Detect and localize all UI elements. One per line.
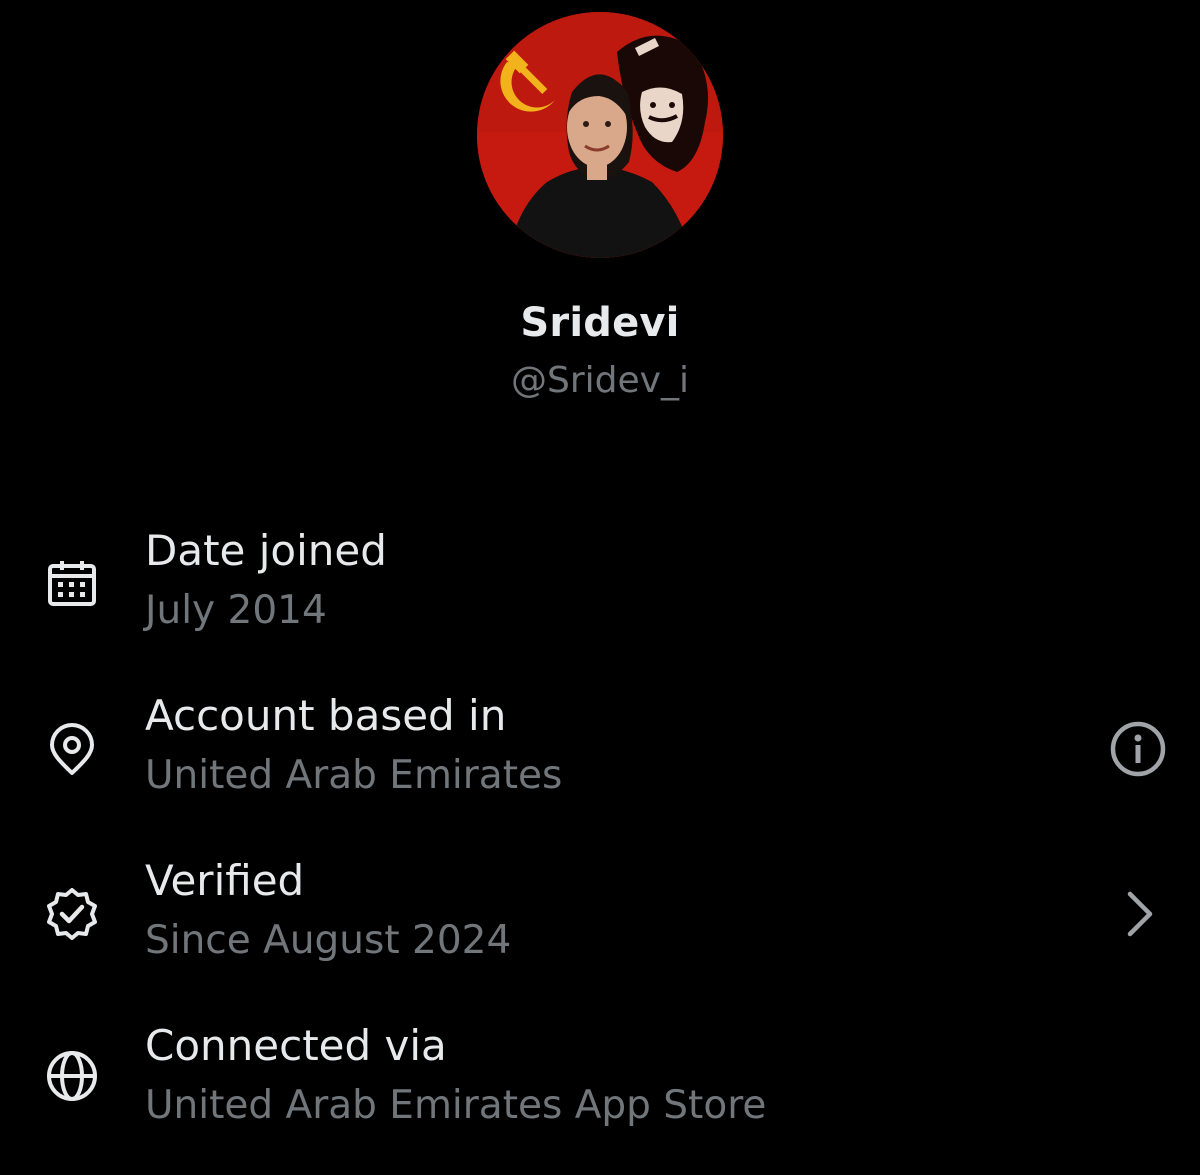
verified-row[interactable]: Verified Since August 2024 <box>0 856 1200 986</box>
connected-via-row: Connected via United Arab Emirates App S… <box>0 1021 1200 1151</box>
connected-via-value: United Arab Emirates App Store <box>145 1083 767 1128</box>
account-based-in-value: United Arab Emirates <box>145 753 563 798</box>
chevron-right-icon[interactable] <box>1110 884 1170 944</box>
profile-photo <box>477 12 723 258</box>
account-based-in-row: Account based in United Arab Emirates <box>0 691 1200 821</box>
globe-icon <box>44 1048 100 1104</box>
location-pin-icon <box>44 721 100 777</box>
display-name: Sridevi <box>520 300 680 346</box>
verified-label: Verified <box>145 856 305 905</box>
user-handle: @Sridev_i <box>511 360 689 401</box>
date-joined-label: Date joined <box>145 526 387 575</box>
account-based-in-label: Account based in <box>145 691 507 740</box>
info-icon[interactable] <box>1108 719 1168 779</box>
avatar[interactable] <box>477 12 723 258</box>
date-joined-row: Date joined July 2014 <box>0 526 1200 656</box>
calendar-icon <box>44 556 100 612</box>
date-joined-value: July 2014 <box>145 588 327 633</box>
verified-badge-icon <box>44 886 100 942</box>
verified-value: Since August 2024 <box>145 918 512 963</box>
connected-via-label: Connected via <box>145 1021 447 1070</box>
